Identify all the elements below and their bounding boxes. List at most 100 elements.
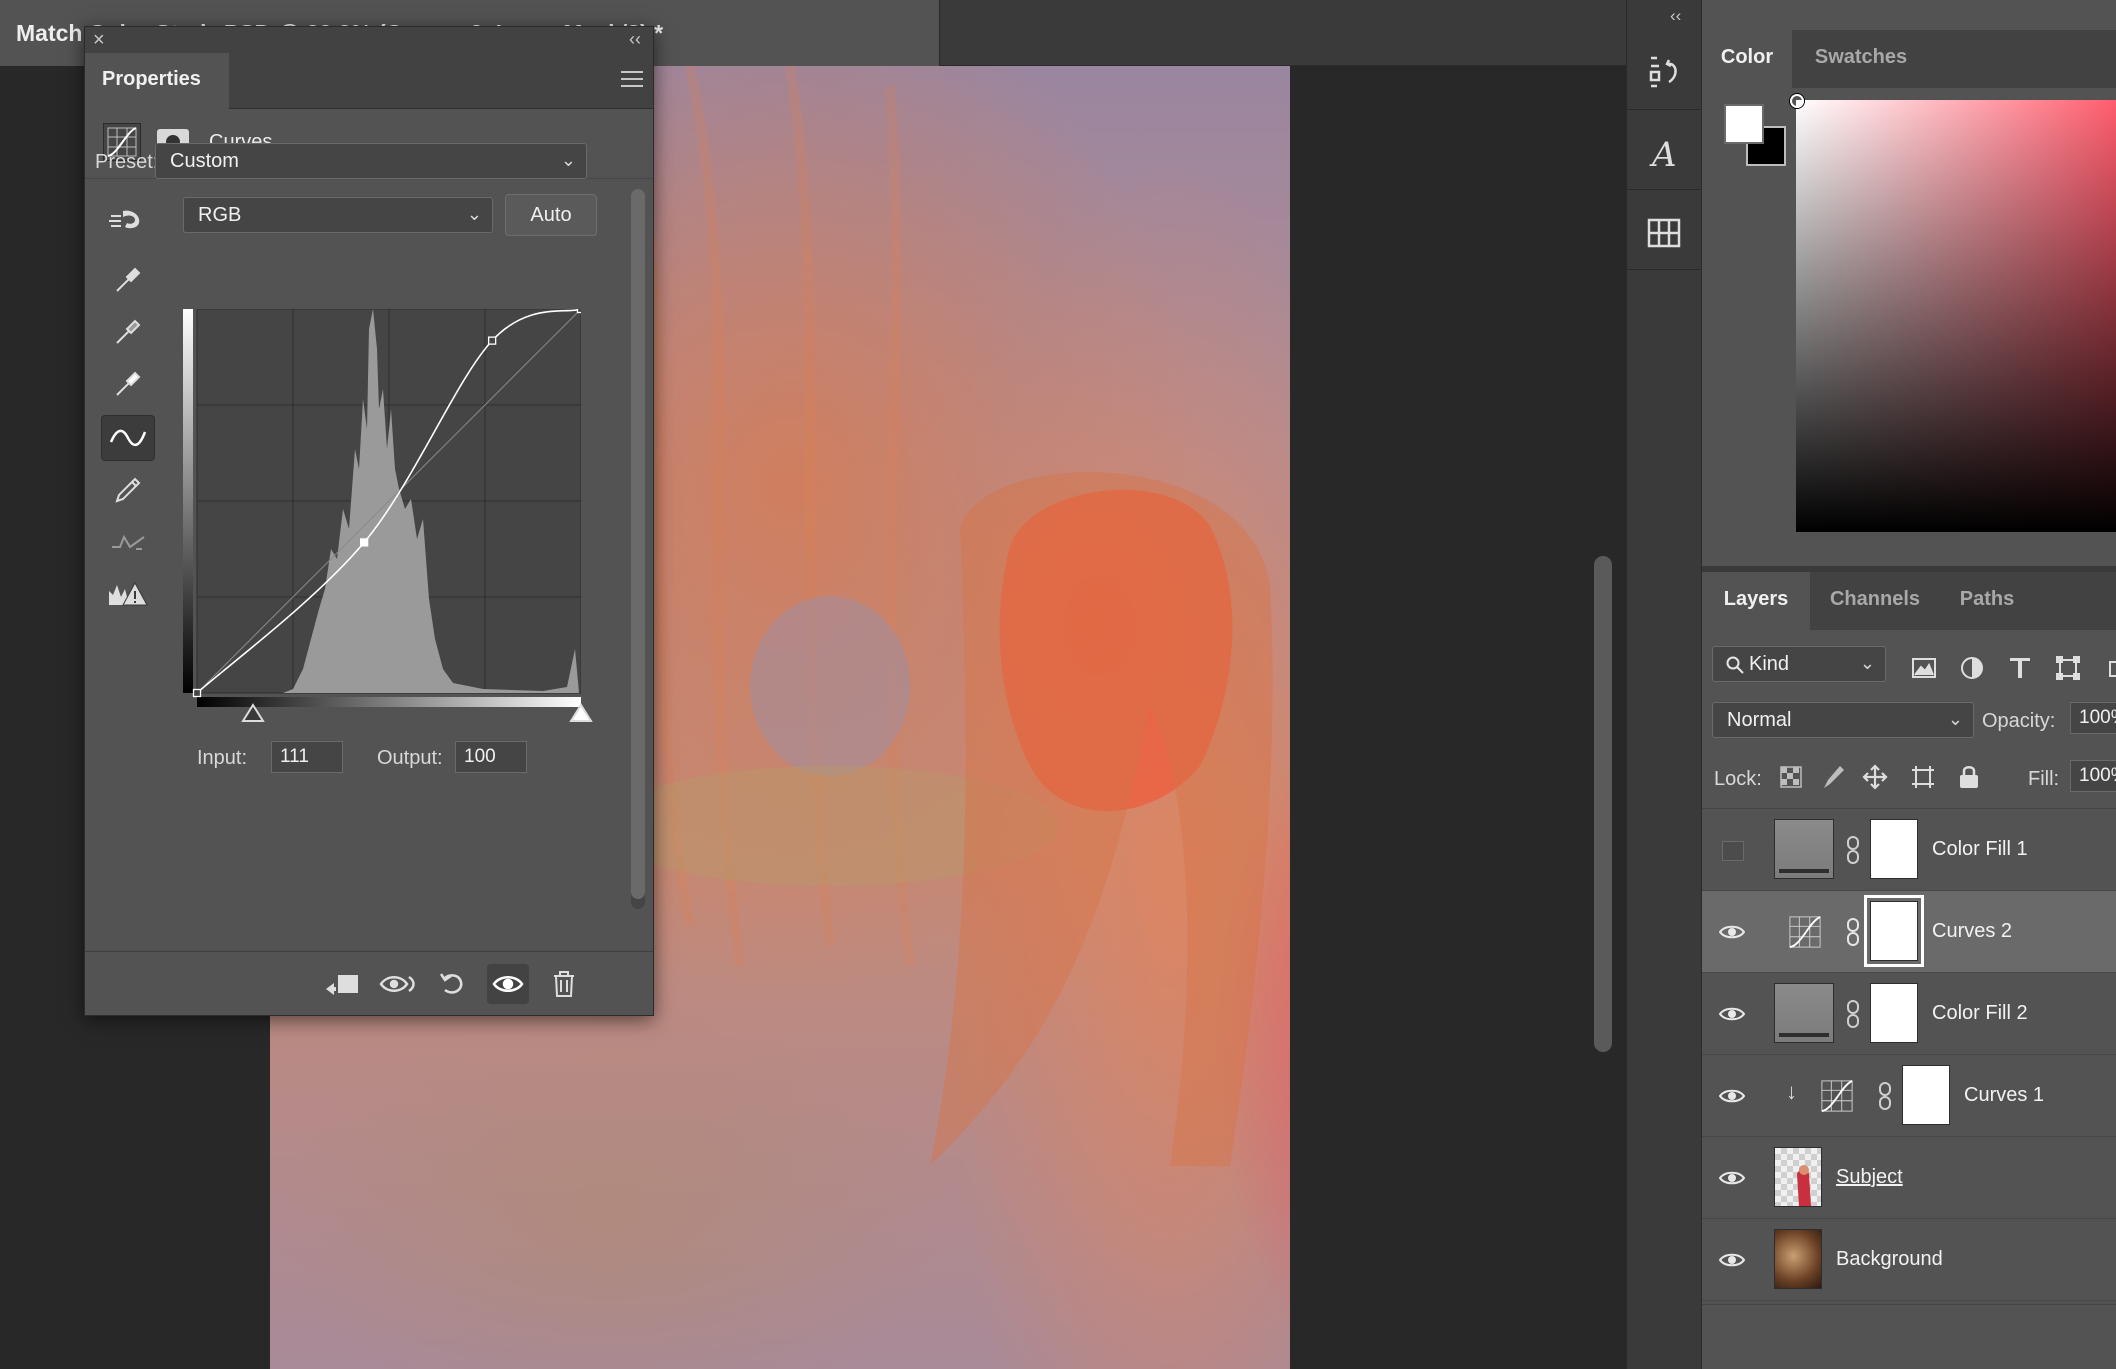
edit-points-icon[interactable]	[101, 415, 155, 461]
layer-thumbnail[interactable]	[1774, 1147, 1822, 1207]
properties-scrollbar-thumb[interactable]	[631, 189, 645, 899]
reset-icon[interactable]	[431, 964, 473, 1004]
fill-field[interactable]: 100%	[2070, 760, 2116, 792]
color-picker-field[interactable]	[1796, 100, 2116, 532]
channel-dropdown[interactable]: RGB ⌄	[183, 197, 493, 233]
layer-row-selected[interactable]: Curves 2	[1702, 891, 2116, 973]
link-icon[interactable]	[1844, 917, 1862, 947]
link-icon[interactable]	[1876, 1081, 1894, 1111]
layer-mask-thumbnail[interactable]	[1902, 1065, 1950, 1125]
eye-icon[interactable]	[1716, 916, 1748, 948]
layer-name[interactable]: Subject	[1836, 1166, 1903, 1189]
eye-icon[interactable]	[1716, 998, 1748, 1030]
clipping-arrow-icon: ↓	[1786, 1079, 1797, 1104]
curve-point[interactable]	[576, 309, 582, 314]
preset-dropdown[interactable]: Custom ⌄	[155, 143, 587, 179]
layer-mask-thumbnail[interactable]	[1870, 819, 1918, 879]
lock-all-icon[interactable]	[1954, 762, 1984, 792]
sample-gray-point-icon[interactable]	[101, 309, 155, 355]
eye-icon[interactable]	[1716, 1080, 1748, 1112]
tab-swatches[interactable]: Swatches	[1802, 30, 1920, 88]
layer-thumbnail[interactable]	[1774, 1229, 1822, 1289]
tab-paths[interactable]: Paths	[1942, 572, 2032, 630]
link-icon[interactable]	[1844, 835, 1862, 865]
opacity-field[interactable]: 100%	[2070, 702, 2116, 734]
layer-mask-thumbnail-selected[interactable]	[1864, 895, 1924, 967]
properties-panel-titlebar[interactable]: × ‹‹	[85, 27, 653, 53]
canvas-vertical-scrollbar[interactable]	[1594, 556, 1612, 1052]
layer-thumbnail[interactable]	[1774, 819, 1834, 879]
collapse-panel-icon[interactable]: ‹‹	[629, 29, 641, 50]
channel-value: RGB	[198, 204, 242, 226]
curve-point[interactable]	[488, 336, 497, 345]
close-icon[interactable]: ×	[93, 29, 105, 52]
layer-row[interactable]: Background	[1702, 1219, 2116, 1301]
layer-name[interactable]: Background	[1836, 1248, 1943, 1271]
glyph-grid-icon[interactable]	[1626, 196, 1702, 270]
layer-name[interactable]: Curves 2	[1932, 920, 2012, 943]
type-layer-filter-icon[interactable]	[2006, 654, 2034, 682]
tab-properties[interactable]: Properties	[85, 53, 229, 109]
color-picker-handle[interactable]	[1790, 94, 1804, 108]
clipping-warning-icon[interactable]	[101, 571, 155, 617]
layer-mask-thumbnail[interactable]	[1870, 983, 1918, 1043]
search-icon	[1726, 656, 1744, 674]
link-icon[interactable]	[1844, 999, 1862, 1029]
lock-artboard-icon[interactable]	[1908, 762, 1938, 792]
curves-graph[interactable]	[183, 309, 581, 707]
clip-to-layer-icon[interactable]	[321, 964, 363, 1004]
input-field[interactable]: 111	[271, 741, 343, 773]
adjustment-layer-filter-icon[interactable]	[1958, 654, 1986, 682]
input-label: Input:	[197, 747, 248, 769]
layer-name[interactable]: Color Fill 1	[1932, 838, 2028, 861]
lock-position-icon[interactable]	[1860, 762, 1890, 792]
history-icon[interactable]	[1626, 36, 1702, 110]
layer-name[interactable]: Color Fill 2	[1932, 1002, 2028, 1025]
toggle-visibility-icon[interactable]	[487, 964, 529, 1004]
delete-icon[interactable]	[543, 964, 585, 1004]
auto-button[interactable]: Auto	[505, 194, 597, 236]
lock-pixels-icon[interactable]	[1818, 762, 1848, 792]
layer-row[interactable]: Color Fill 1	[1702, 809, 2116, 891]
shape-layer-filter-icon[interactable]	[2054, 654, 2082, 682]
character-icon[interactable]: A	[1626, 116, 1702, 190]
tab-color[interactable]: Color	[1702, 30, 1792, 88]
visibility-toggle-off[interactable]	[1722, 841, 1744, 861]
curves-adjustment-icon[interactable]	[1788, 915, 1822, 949]
curve-point-selected[interactable]	[360, 538, 369, 547]
curves-adjustment-icon[interactable]	[1820, 1079, 1854, 1113]
collapse-dock-icon[interactable]: ‹‹	[1670, 6, 1681, 26]
color-panel-tabs: Color Swatches	[1702, 30, 2116, 88]
smooth-curve-icon[interactable]	[101, 519, 155, 565]
tab-layers[interactable]: Layers	[1702, 572, 1810, 630]
sample-black-point-icon[interactable]	[101, 257, 155, 303]
layer-name[interactable]: Curves 1	[1964, 1084, 2044, 1107]
panel-menu-icon[interactable]	[621, 71, 643, 87]
pixel-layer-filter-icon[interactable]	[1910, 654, 1938, 682]
draw-pencil-icon[interactable]	[101, 467, 155, 513]
view-previous-state-icon[interactable]	[377, 964, 419, 1004]
right-panels: Color Swatches Layers Channels Paths Kin…	[1702, 0, 2116, 1369]
white-point-slider[interactable]	[569, 703, 593, 725]
black-point-slider[interactable]	[241, 703, 265, 725]
layer-row[interactable]: Color Fill 2	[1702, 973, 2116, 1055]
blend-mode-dropdown[interactable]: Normal ⌄	[1712, 702, 1974, 738]
on-image-adjust-icon[interactable]	[101, 197, 155, 243]
layer-row[interactable]: ↓ Curves 1	[1702, 1055, 2116, 1137]
lock-transparency-icon[interactable]	[1776, 762, 1806, 792]
layer-row[interactable]: Subject	[1702, 1137, 2116, 1219]
chevron-down-icon: ⌄	[1947, 709, 1963, 729]
tab-channels[interactable]: Channels	[1814, 572, 1936, 630]
properties-panel: × ‹‹ Properties Curves Preset: Custom ⌄ …	[84, 26, 654, 1016]
eye-icon[interactable]	[1716, 1244, 1748, 1276]
curve-point[interactable]	[192, 688, 202, 698]
chevron-down-icon: ⌄	[466, 204, 482, 224]
eye-icon[interactable]	[1716, 1162, 1748, 1194]
output-field[interactable]: 100	[455, 741, 527, 773]
smart-object-filter-icon[interactable]	[2100, 654, 2116, 682]
kind-filter-dropdown[interactable]: Kind ⌄	[1712, 646, 1886, 682]
sample-white-point-icon[interactable]	[101, 361, 155, 407]
foreground-color-swatch[interactable]	[1724, 104, 1764, 144]
properties-scrollbar[interactable]	[631, 189, 645, 909]
layer-thumbnail[interactable]	[1774, 983, 1834, 1043]
